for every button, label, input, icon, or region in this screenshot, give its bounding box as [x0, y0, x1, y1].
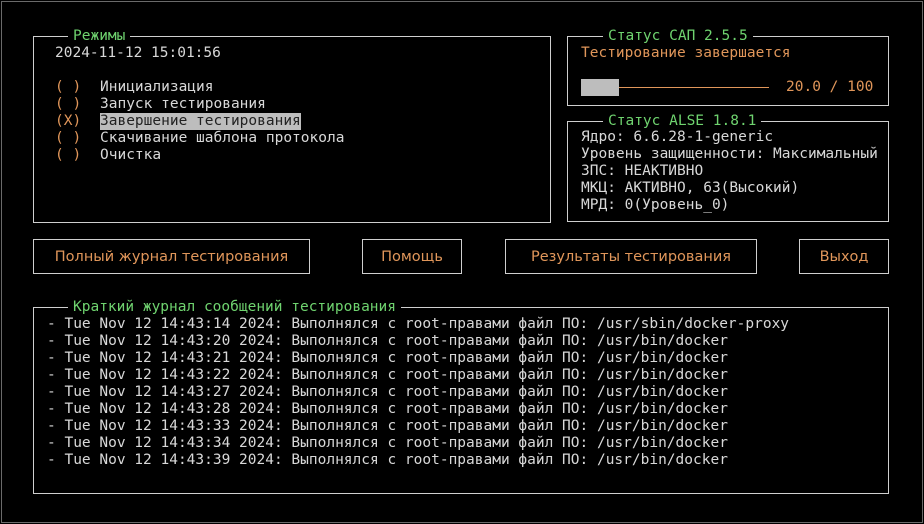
modes-title: Режимы	[68, 27, 131, 45]
log-line: - Tue Nov 12 14:43:21 2024: Выполнялся с…	[47, 350, 728, 366]
radio-mark[interactable]: ( )	[55, 130, 81, 147]
full-log-button[interactable]: Полный журнал тестирования	[33, 239, 310, 274]
radio-mark[interactable]: ( )	[55, 96, 81, 113]
modes-panel: Режимы 2024-11-12 15:01:56 ( ) Инициализ…	[33, 27, 551, 223]
log-line: - Tue Nov 12 14:43:14 2024: Выполнялся с…	[47, 316, 790, 332]
mode-label[interactable]: Инициализация	[100, 79, 214, 96]
mrd-line: МРД: 0(Уровень_0)	[581, 197, 730, 213]
help-button[interactable]: Помощь	[362, 239, 462, 274]
results-button[interactable]: Результаты тестирования	[505, 239, 757, 274]
sap-status-title: Статус САП 2.5.5	[603, 27, 753, 45]
mode-label[interactable]: Скачивание шаблона протокола	[100, 130, 344, 147]
radio-mark[interactable]: ( )	[55, 147, 81, 164]
log-line: - Tue Nov 12 14:43:34 2024: Выполнялся с…	[47, 435, 728, 451]
alse-status-panel: Статус ALSE 1.8.1 Ядро: 6.6.28-1-generic…	[567, 112, 889, 222]
exit-button[interactable]: Выход	[799, 239, 889, 274]
alse-status-title: Статус ALSE 1.8.1	[603, 112, 762, 130]
zps-line: ЗПС: НЕАКТИВНО	[581, 163, 704, 179]
log-line: - Tue Nov 12 14:43:39 2024: Выполнялся с…	[47, 452, 728, 468]
short-log-title: Краткий журнал сообщений тестирования	[68, 298, 402, 316]
mode-label[interactable]: Запуск тестирования	[100, 96, 266, 113]
log-line: - Tue Nov 12 14:43:22 2024: Выполнялся с…	[47, 367, 728, 383]
sap-status-panel: Статус САП 2.5.5 Тестирование завершаетс…	[567, 27, 889, 106]
log-line: - Tue Nov 12 14:43:28 2024: Выполнялся с…	[47, 401, 728, 417]
mode-label-selected[interactable]: Завершение тестирования	[100, 113, 301, 130]
log-line: - Tue Nov 12 14:43:27 2024: Выполнялся с…	[47, 384, 728, 400]
progress-text: 20.0 / 100	[786, 79, 874, 95]
datetime: 2024-11-12 15:01:56	[55, 45, 221, 61]
radio-mark[interactable]: ( )	[55, 79, 81, 96]
log-line: - Tue Nov 12 14:43:33 2024: Выполнялся с…	[47, 418, 728, 434]
kernel-line: Ядро: 6.6.28-1-generic	[581, 129, 774, 145]
radio-mark[interactable]: (X)	[55, 113, 81, 130]
mkc-line: МКЦ: АКТИВНО, 63(Высокий)	[581, 180, 800, 196]
progress-fill	[581, 79, 619, 96]
log-line: - Tue Nov 12 14:43:20 2024: Выполнялся с…	[47, 333, 728, 349]
mode-label[interactable]: Очистка	[100, 147, 161, 164]
short-log-panel: Краткий журнал сообщений тестирования - …	[33, 298, 889, 494]
sap-state-text: Тестирование завершается	[581, 45, 791, 61]
security-level-line: Уровень защищенности: Максимальный	[581, 146, 878, 162]
